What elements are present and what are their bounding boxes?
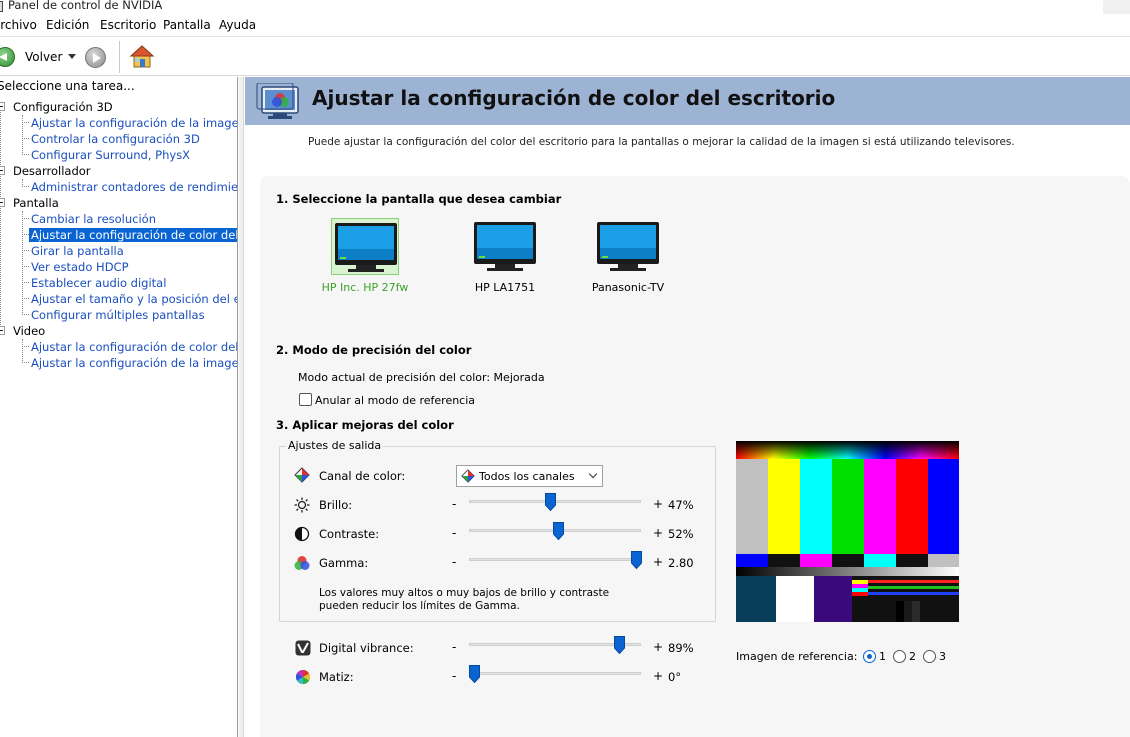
title-bar: Panel de control de NVIDIA xyxy=(0,0,1130,14)
reference-radio-2-label: 2 xyxy=(909,650,916,663)
collapse-icon[interactable] xyxy=(0,102,5,111)
display-name: Panasonic-TV xyxy=(591,281,665,294)
vibrance-value: 89% xyxy=(668,641,694,655)
color-test-pattern-image xyxy=(736,441,959,622)
brightness-minus: - xyxy=(452,497,457,511)
contrast-icon xyxy=(294,526,310,542)
slider-track xyxy=(469,558,641,561)
output-settings-legend: Ajustes de salida xyxy=(286,439,384,452)
monitor-icon xyxy=(597,222,659,271)
color-channel-select[interactable]: Todos los canales xyxy=(456,465,603,487)
pane-splitter[interactable] xyxy=(239,77,244,737)
reference-radio-3[interactable] xyxy=(923,650,936,663)
channel-label: Canal de color: xyxy=(319,469,406,483)
menu-bar: Archivo Edición Escritorio Pantalla Ayud… xyxy=(0,16,1130,36)
display-name: HP LA1751 xyxy=(474,281,536,294)
reference-radio-3-label: 3 xyxy=(939,650,946,663)
gamma-label: Gamma: xyxy=(319,556,369,570)
gamma-note: Los valores muy altos o muy bajos de bri… xyxy=(319,587,610,612)
monitor-icon xyxy=(335,223,397,272)
monitor-icon xyxy=(474,222,536,271)
vibrance-label: Digital vibrance: xyxy=(319,641,414,655)
collapse-icon[interactable] xyxy=(0,326,5,335)
gamma-minus: - xyxy=(452,555,457,569)
contrast-slider[interactable] xyxy=(469,522,641,542)
contrast-value: 52% xyxy=(668,527,694,541)
content-pane: Ajustar la configuración de color del es… xyxy=(245,77,1130,737)
gamma-slider[interactable] xyxy=(469,551,642,571)
display-name: HP Inc. HP 27fw xyxy=(321,281,409,294)
chevron-down-icon xyxy=(588,469,598,479)
menu-archivo[interactable]: Archivo xyxy=(0,18,37,32)
tree-connector xyxy=(22,179,23,185)
tree-connector xyxy=(22,115,23,153)
page-title: Ajustar la configuración de color del es… xyxy=(312,86,836,110)
page-banner: Ajustar la configuración de color del es… xyxy=(245,77,1130,125)
brightness-label: Brillo: xyxy=(319,498,353,512)
reference-radio-1-label: 1 xyxy=(879,650,886,663)
tree-connector xyxy=(0,107,1,335)
contrast-label: Contraste: xyxy=(319,527,380,541)
title-bar-controls[interactable] xyxy=(1103,0,1130,14)
hue-value: 0° xyxy=(668,670,682,684)
color-channel-value: Todos los canales xyxy=(479,470,575,483)
slider-thumb[interactable] xyxy=(544,493,556,511)
gamma-plus: + xyxy=(653,555,664,569)
hue-wheel-icon xyxy=(296,670,310,684)
section-1-title: 1. Seleccione la pantalla que desea camb… xyxy=(276,192,562,206)
tree-connector xyxy=(22,339,23,361)
toolbar-separator xyxy=(119,41,120,73)
precision-mode-text: Modo actual de precisión del color: Mejo… xyxy=(298,371,545,384)
home-icon[interactable] xyxy=(129,44,155,70)
back-button-label[interactable]: Volver xyxy=(25,50,62,64)
hue-label: Matiz: xyxy=(319,670,354,684)
sidebar-header: Seleccione una tarea... xyxy=(0,79,135,93)
back-arrow-icon[interactable] xyxy=(0,47,15,67)
vibrance-plus: + xyxy=(653,640,664,654)
slider-thumb[interactable] xyxy=(630,551,642,569)
hue-plus: + xyxy=(653,669,664,683)
override-reference-checkbox[interactable] xyxy=(299,393,312,406)
slider-track xyxy=(469,672,641,675)
window-title: Panel de control de NVIDIA xyxy=(8,0,163,12)
slider-thumb[interactable] xyxy=(613,636,625,654)
collapse-icon[interactable] xyxy=(0,198,5,207)
brightness-plus: + xyxy=(653,497,664,511)
brightness-value: 47% xyxy=(668,498,694,512)
desktop-color-icon xyxy=(256,83,299,119)
digital-vibrance-icon xyxy=(295,640,311,656)
menu-escritorio[interactable]: Escritorio xyxy=(100,18,156,32)
task-sidebar: Seleccione una tarea... Configuración 3D… xyxy=(0,77,238,737)
brightness-sun-icon xyxy=(294,497,310,513)
gamma-value: 2.80 xyxy=(668,556,694,570)
app-icon xyxy=(0,1,3,12)
override-reference-label: Anular al modo de referencia xyxy=(315,394,476,407)
contrast-minus: - xyxy=(452,526,457,540)
color-channel-icon xyxy=(294,467,310,483)
page-intro: Puede ajustar la configuración del color… xyxy=(308,136,1015,148)
collapse-icon[interactable] xyxy=(0,166,5,175)
toolbar: Volver xyxy=(0,36,1130,76)
hue-minus: - xyxy=(452,669,457,683)
contrast-plus: + xyxy=(653,526,664,540)
brightness-slider[interactable] xyxy=(469,493,641,513)
slider-thumb[interactable] xyxy=(469,665,481,683)
section-3-title: 3. Aplicar mejoras del color xyxy=(276,418,454,432)
color-channel-icon xyxy=(461,469,475,483)
slider-thumb[interactable] xyxy=(553,522,565,540)
vibrance-slider[interactable] xyxy=(469,636,641,656)
reference-image-label: Imagen de referencia: xyxy=(736,650,858,663)
gamma-icon xyxy=(294,556,310,570)
back-history-dropdown-icon[interactable] xyxy=(68,54,76,59)
reference-radio-2[interactable] xyxy=(893,650,906,663)
reference-radio-1[interactable] xyxy=(863,650,876,663)
nvidia-control-panel-window: Panel de control de NVIDIA Archivo Edici… xyxy=(0,0,1130,737)
hue-slider[interactable] xyxy=(469,665,641,685)
vibrance-minus: - xyxy=(452,640,457,654)
forward-arrow-icon[interactable] xyxy=(85,47,106,68)
menu-pantalla[interactable]: Pantalla xyxy=(163,18,211,32)
menu-ayuda[interactable]: Ayuda xyxy=(219,18,256,32)
section-2-title: 2. Modo de precisión del color xyxy=(276,343,472,357)
menu-edicion[interactable]: Edición xyxy=(46,18,89,32)
